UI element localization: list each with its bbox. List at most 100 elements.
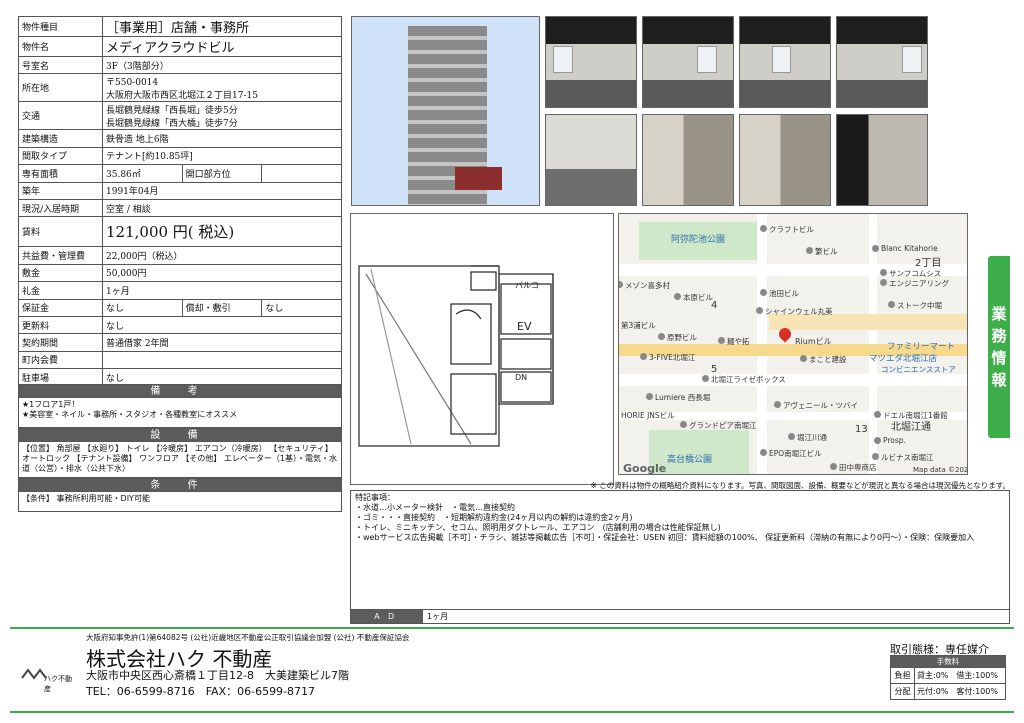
spec-value: なし xyxy=(261,298,342,317)
map-marker-icon xyxy=(640,353,647,360)
spec-value: 121,000 円( 税込) xyxy=(102,216,342,248)
map-building-label: 田中専商店 xyxy=(839,463,877,472)
spec-value-line: 大阪府大阪市西区北堀江２丁目17-15 xyxy=(106,90,258,101)
spec-value: テナント[約10.85坪] xyxy=(102,146,342,166)
spec-row: 礼金 1ヶ月 xyxy=(18,281,342,300)
side-tab-char: 務 xyxy=(991,327,1007,345)
map-marker-icon xyxy=(760,289,767,296)
map-marker-icon xyxy=(872,453,879,460)
spec-value xyxy=(261,164,342,183)
entrance-photo[interactable] xyxy=(836,114,928,206)
spec-value-line: 普通借家 2年間 xyxy=(106,338,169,349)
spec-row: 専有面積 35.86㎡ 開口部方位 xyxy=(18,164,342,183)
map-building-label: 第3浦ビル xyxy=(621,321,656,330)
side-tab-char: 情 xyxy=(991,349,1007,367)
spec-value-line: 長堀鶴見緑線「西長堀」徒歩5分 xyxy=(106,105,238,116)
map-building-label: ドエル南堀江1番館 xyxy=(883,411,948,420)
map-building-label: 繁ビル xyxy=(815,247,838,256)
ad-label: ＡＤ xyxy=(351,610,423,623)
company-phone: TEL：06-6599-8716 FAX：06-6599-8717 xyxy=(86,685,316,698)
spec-row: 保証金 なし 償却・敷引 なし xyxy=(18,298,342,317)
location-map[interactable]: 阿弥陀池公園 高台橋公園 北堀江通 2丁目 4 5 13 Riumビル ファミリ… xyxy=(618,213,968,475)
property-spec-table: 物件種目 ［事業用］店舗・事務所 物件名 メディアクラウドビル 号室名 3F（3階部分）所… xyxy=(18,16,342,387)
map-building-label: 原野ビル xyxy=(667,333,697,342)
spec-row: 物件名 メディアクラウドビル xyxy=(18,36,342,57)
spec-value: 1ヶ月 xyxy=(102,281,342,300)
spec-row: 間取タイプ テナント[約10.85坪] xyxy=(18,146,342,166)
spec-row: 物件種目 ［事業用］店舗・事務所 xyxy=(18,16,342,37)
interior-photo[interactable] xyxy=(545,114,637,206)
spec-value: ［事業用］店舗・事務所 xyxy=(102,16,342,37)
remarks-line: ★1フロア1戸！ xyxy=(22,400,80,409)
map-marker-icon xyxy=(646,393,653,400)
spec-key: 更新料 xyxy=(18,315,103,335)
spec-value: 長堀鶴見緑線「西長堀」徒歩5分 長堀鶴見緑線「西大橋」徒歩7分 xyxy=(102,101,342,131)
map-chome-label: 2丁目 xyxy=(915,258,942,269)
map-building-label: Blanc Kitahorie xyxy=(881,244,938,253)
map-building-label: ルビナス南堀江 xyxy=(881,453,934,462)
map-marker-icon xyxy=(760,225,767,232)
spec-row: 所在地 〒550-0014 大阪府大阪市西区北堀江２丁目17-15 xyxy=(18,73,342,103)
map-park2-label: 高台橋公園 xyxy=(667,455,713,465)
spec-key: 町内会費 xyxy=(18,350,103,370)
map-building-label: エンジニアリング xyxy=(889,279,949,288)
special-notes-line: ・水道…小メーター検針 ・電気…直接契約 xyxy=(355,503,515,512)
spec-key: 礼金 xyxy=(18,281,103,300)
remarks-line: ★美容室・ネイル・事務所・スタジオ・各種教室にオススメ xyxy=(22,410,238,419)
footer-divider xyxy=(10,711,1014,713)
map-block-number: 13 xyxy=(855,424,868,435)
spec-value: なし xyxy=(102,298,183,317)
fee-header: 手数料 xyxy=(890,655,1006,668)
spec-row: 町内会費 xyxy=(18,350,342,370)
map-marker-icon xyxy=(872,245,879,252)
map-marker-icon xyxy=(874,411,881,418)
spec-value-line: ［事業用］店舗・事務所 xyxy=(106,21,250,36)
spec-value: 空室 / 相談 xyxy=(102,198,342,218)
plan-balcony-label: バルコ xyxy=(515,281,539,290)
spec-value-line: 〒550-0014 xyxy=(106,77,159,88)
spec-value xyxy=(102,350,342,370)
map-marker-icon xyxy=(674,293,681,300)
fee-key: 分配 xyxy=(890,683,915,700)
map-marker-icon xyxy=(702,375,709,382)
map-building-label: 北堀江ライゼボックス xyxy=(711,375,786,384)
map-marker-icon xyxy=(888,301,895,308)
map-building-label: Prosp. xyxy=(883,436,906,445)
interior-photo[interactable] xyxy=(836,16,928,108)
spec-value: 〒550-0014 大阪府大阪市西区北堀江２丁目17-15 xyxy=(102,73,342,103)
spec-key: 開口部方位 xyxy=(181,164,263,183)
spec-value-line: 1ヶ月 xyxy=(106,286,130,297)
map-building-label: メゾン喜多村 xyxy=(625,281,670,290)
spec-key: 物件種目 xyxy=(18,16,103,37)
side-tab-char: 報 xyxy=(991,371,1007,389)
spec-row: 敷金 50,000円 xyxy=(18,263,342,283)
footer-divider xyxy=(10,627,1014,629)
spec-value: 鉄骨造 地上6階 xyxy=(102,129,342,148)
kitchen-photo[interactable] xyxy=(739,114,831,206)
map-poi-label: ファミリーマート xyxy=(887,342,956,352)
map-building-label: まこと建設 xyxy=(809,355,847,364)
interior-photo[interactable] xyxy=(545,16,637,108)
spec-value-line: メディアクラウドビル xyxy=(106,41,235,56)
remarks-body: ★1フロア1戸！ ★美容室・ネイル・事務所・スタジオ・各種教室にオススメ xyxy=(18,398,342,428)
building-exterior-photo[interactable] xyxy=(351,16,540,206)
special-notes-title: 特記事項： xyxy=(355,493,395,502)
spec-value-line: 長堀鶴見緑線「西大橋」徒歩7分 xyxy=(106,118,238,129)
spec-value-line: なし xyxy=(106,373,125,384)
interior-photo[interactable] xyxy=(739,16,831,108)
map-marker-icon xyxy=(756,307,763,314)
floor-plan[interactable]: バルコ EV DN xyxy=(350,213,614,485)
spec-value-line: 鉄骨造 地上6階 xyxy=(106,135,169,146)
business-info-tab[interactable]: 業 務 情 報 xyxy=(988,256,1010,438)
map-marker-icon xyxy=(800,355,807,362)
spec-key: 交通 xyxy=(18,101,103,131)
map-target-label: Riumビル xyxy=(795,337,832,346)
spec-value-line: 50,000円 xyxy=(106,269,147,280)
spec-key: 所在地 xyxy=(18,73,103,103)
spec-key: 契約期間 xyxy=(18,333,103,352)
toilet-photo[interactable] xyxy=(642,114,734,206)
interior-photo[interactable] xyxy=(642,16,734,108)
ad-row: ＡＤ 1ヶ月 xyxy=(350,610,1010,624)
map-marker-icon xyxy=(830,463,837,470)
map-marker-icon xyxy=(658,333,665,340)
